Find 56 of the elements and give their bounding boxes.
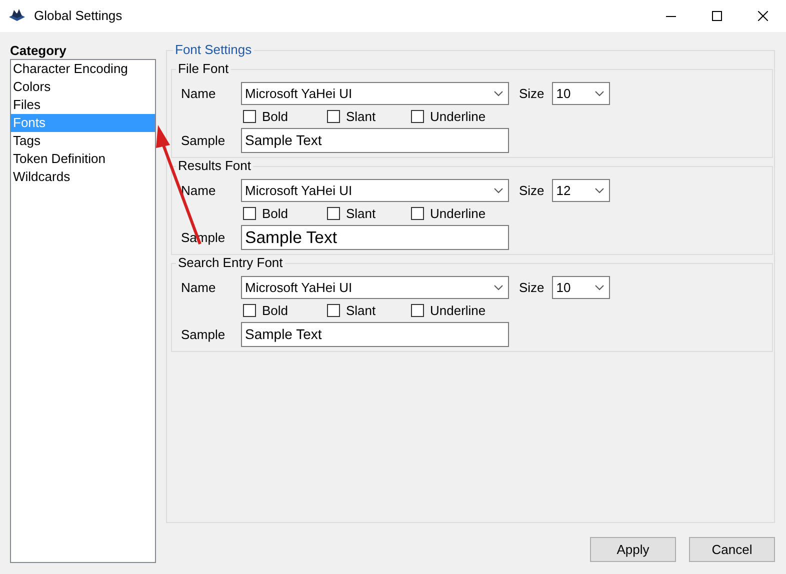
checkbox[interactable] (411, 207, 424, 220)
checkbox[interactable] (243, 304, 256, 317)
dialog-button[interactable]: Cancel (689, 537, 775, 562)
checkbox-label: Bold (262, 204, 288, 223)
field-label: Sample (180, 326, 226, 344)
dropdown-icon (494, 90, 503, 96)
field-label: Name (180, 182, 217, 200)
maximize-icon (712, 11, 722, 21)
font-size-dropdown[interactable]: 10 (552, 276, 610, 299)
checkbox[interactable] (327, 304, 340, 317)
checkbox-label: Slant (346, 204, 376, 223)
checkbox-label: Slant (346, 108, 376, 126)
sample-field[interactable]: Sample Text (241, 322, 509, 347)
sample-field[interactable]: Sample Text (241, 225, 509, 250)
checkbox[interactable] (243, 110, 256, 123)
category-label: Category (10, 43, 68, 59)
font-name-dropdown[interactable]: Microsoft YaHei UI (241, 179, 509, 202)
category-item[interactable]: Wildcards (11, 168, 155, 186)
dropdown-icon (595, 284, 604, 290)
checkbox[interactable] (327, 207, 340, 220)
dialog-button[interactable]: Apply (590, 537, 676, 562)
checkbox-label: Underline (430, 204, 486, 223)
checkbox-label: Underline (430, 302, 486, 320)
checkbox-label: Bold (262, 108, 288, 126)
dropdown-icon (494, 284, 503, 290)
dropdown-icon (595, 90, 604, 96)
checkbox-label: Bold (262, 302, 288, 320)
dropdown-icon (494, 188, 503, 194)
field-label: Name (180, 278, 217, 297)
category-item[interactable]: Files (11, 96, 155, 114)
font-name-dropdown[interactable]: Microsoft YaHei UI (241, 276, 509, 299)
dropdown-icon (595, 188, 604, 194)
checkbox-label: Underline (430, 108, 486, 126)
app-icon (8, 8, 26, 24)
checkbox-label: Slant (346, 302, 376, 320)
checkbox[interactable] (411, 304, 424, 317)
field-label: Name (180, 84, 217, 103)
category-item[interactable]: Character Encoding (11, 60, 155, 78)
font-size-dropdown[interactable]: 10 (552, 82, 610, 105)
close-icon (758, 11, 768, 21)
category-item[interactable]: Colors (11, 78, 155, 96)
field-label: Size (519, 84, 544, 103)
field-label: Sample (180, 132, 226, 150)
group-title: Search Entry Font (176, 255, 285, 271)
field-label: Size (519, 278, 544, 297)
panel-title: Font Settings (173, 42, 254, 58)
font-name-dropdown[interactable]: Microsoft YaHei UI (241, 82, 509, 105)
checkbox[interactable] (327, 110, 340, 123)
field-label: Size (519, 182, 544, 200)
font-size-dropdown[interactable]: 12 (552, 179, 610, 202)
checkbox[interactable] (411, 110, 424, 123)
checkbox[interactable] (243, 207, 256, 220)
category-item[interactable]: Token Definition (11, 150, 155, 168)
sample-field[interactable]: Sample Text (241, 128, 509, 153)
window-title: Global Settings (34, 7, 122, 26)
category-item[interactable]: Tags (11, 132, 155, 150)
